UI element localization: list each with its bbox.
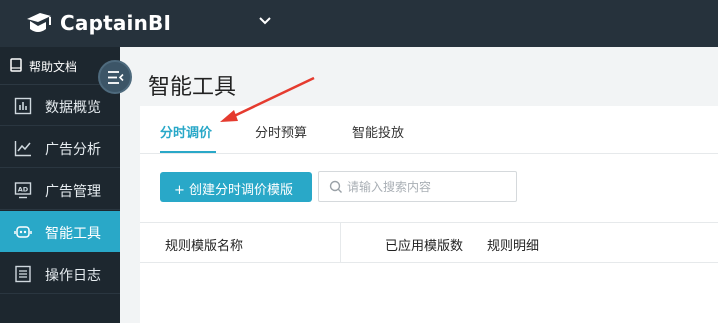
bar-chart-icon bbox=[14, 97, 32, 115]
table-header: 规则模版名称 已应用模版数 规则明细 bbox=[140, 222, 718, 263]
top-bar: CaptainBI bbox=[0, 0, 718, 47]
tab-smart-delivery[interactable]: 智能投放 bbox=[352, 122, 404, 141]
column-header-rule-details[interactable]: 规则明细 bbox=[487, 235, 539, 254]
active-tab-indicator bbox=[160, 151, 216, 153]
sidebar-item-smart-tools[interactable]: 智能工具 bbox=[0, 211, 120, 252]
sidebar-item-data-overview[interactable]: 数据概览 bbox=[0, 85, 120, 126]
column-header-template-name[interactable]: 规则模版名称 bbox=[165, 235, 243, 254]
captain-logo-icon[interactable] bbox=[24, 9, 54, 37]
book-icon bbox=[10, 58, 22, 72]
sidebar-item-label: 数据概览 bbox=[45, 100, 101, 116]
sidebar-collapse-button[interactable] bbox=[98, 60, 132, 94]
column-divider bbox=[340, 223, 341, 263]
content-card: 分时调价 分时预算 智能投放 + 创建分时调价模版 规则模版名称 已应用模版数 … bbox=[140, 106, 718, 323]
brand-name[interactable]: CaptainBI bbox=[60, 11, 171, 35]
annotation-arrow-icon bbox=[220, 76, 315, 122]
help-docs-label: 帮助文档 bbox=[29, 60, 78, 74]
sidebar-item-label: 操作日志 bbox=[45, 268, 101, 284]
search-field[interactable] bbox=[318, 171, 517, 202]
search-input[interactable] bbox=[347, 177, 512, 197]
sidebar-item-ad-analysis[interactable]: 广告分析 bbox=[0, 127, 120, 168]
list-icon bbox=[15, 265, 31, 283]
chevron-down-icon[interactable] bbox=[258, 14, 272, 28]
create-template-button[interactable]: + 创建分时调价模版 bbox=[160, 172, 312, 202]
tab-time-bid[interactable]: 分时调价 bbox=[160, 122, 212, 141]
svg-text:AD: AD bbox=[18, 186, 29, 194]
menu-collapse-icon bbox=[108, 71, 124, 84]
sidebar-item-label: 广告分析 bbox=[45, 142, 101, 158]
ad-icon: AD bbox=[14, 182, 32, 199]
search-icon bbox=[329, 180, 342, 193]
sidebar-item-label: 广告管理 bbox=[45, 184, 101, 200]
sidebar-item-ad-management[interactable]: AD 广告管理 bbox=[0, 169, 120, 210]
sidebar-item-operation-log[interactable]: 操作日志 bbox=[0, 253, 120, 294]
column-header-applied-count[interactable]: 已应用模版数 bbox=[385, 235, 463, 254]
robot-icon bbox=[14, 226, 32, 238]
create-template-label: + 创建分时调价模版 bbox=[174, 183, 294, 198]
sidebar-item-label: 智能工具 bbox=[45, 226, 101, 242]
line-chart-icon bbox=[14, 141, 31, 157]
